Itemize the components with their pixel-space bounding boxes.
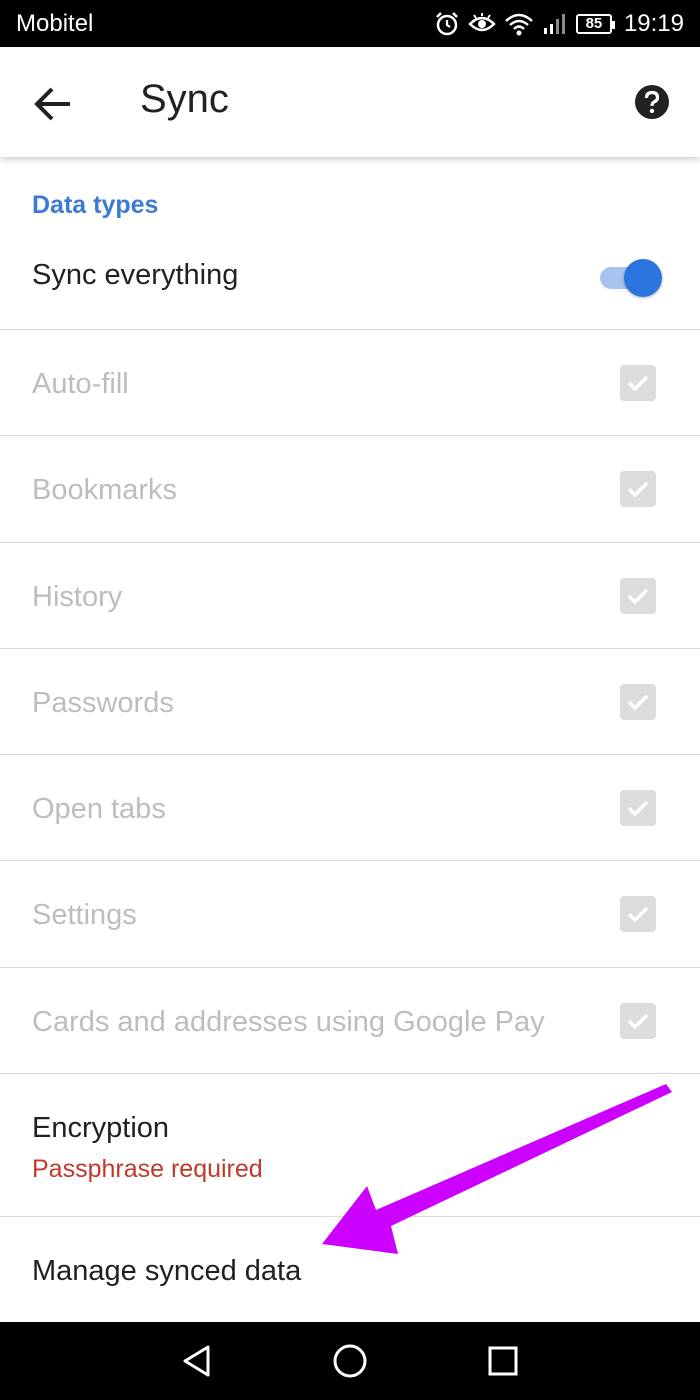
data-type-row-bookmarks[interactable]: Bookmarks [0, 436, 700, 543]
data-type-label: Cards and addresses using Google Pay [32, 1006, 545, 1038]
data-type-label: History [32, 581, 123, 613]
passwords-checkbox[interactable] [620, 684, 656, 720]
data-type-label: Open tabs [32, 793, 166, 825]
help-button[interactable] [634, 84, 670, 120]
checkmark-icon [627, 694, 649, 711]
encryption-label: Encryption [32, 1112, 170, 1144]
data-type-row-autofill[interactable]: Auto-fill [0, 330, 700, 436]
checkmark-icon [627, 800, 649, 817]
data-type-row-open-tabs[interactable]: Open tabs [0, 755, 700, 861]
wifi-icon [504, 12, 534, 36]
encryption-row[interactable]: Encryption Passphrase required [0, 1074, 700, 1217]
manage-synced-data-row[interactable]: Manage synced data [0, 1217, 700, 1322]
data-type-row-passwords[interactable]: Passwords [0, 649, 700, 755]
arrow-back-icon [34, 87, 70, 121]
checkmark-icon [627, 906, 649, 923]
cards-addresses-checkbox[interactable] [620, 1003, 656, 1039]
help-circle-icon [635, 85, 669, 119]
sync-everything-row[interactable]: Sync everything [0, 231, 700, 330]
nav-back-button[interactable] [172, 1336, 222, 1386]
data-type-row-settings[interactable]: Settings [0, 861, 700, 968]
back-button[interactable] [30, 81, 76, 127]
sync-everything-toggle[interactable] [600, 257, 664, 297]
battery-icon: 85 [575, 13, 615, 34]
alarm-icon [434, 11, 460, 37]
recents-square-icon [488, 1346, 518, 1376]
bookmarks-checkbox[interactable] [620, 471, 656, 507]
checkmark-icon [627, 588, 649, 605]
encryption-status: Passphrase required [32, 1155, 263, 1183]
settings-checkbox[interactable] [620, 896, 656, 932]
status-icons: 85 19:19 [434, 10, 684, 38]
back-triangle-icon [183, 1345, 210, 1377]
home-circle-icon [333, 1344, 367, 1378]
nav-home-button[interactable] [325, 1336, 375, 1386]
carrier-name: Mobitel [16, 9, 94, 37]
data-type-label: Settings [32, 899, 137, 931]
section-header-data-types: Data types [32, 191, 159, 219]
data-type-row-cards-addresses[interactable]: Cards and addresses using Google Pay [0, 968, 700, 1074]
history-checkbox[interactable] [620, 578, 656, 614]
sync-everything-label: Sync everything [32, 259, 239, 291]
checkmark-icon [627, 481, 649, 498]
data-type-label: Auto-fill [32, 368, 129, 400]
data-type-row-history[interactable]: History [0, 543, 700, 649]
system-nav-bar [0, 1322, 700, 1400]
data-type-label: Bookmarks [32, 474, 178, 506]
data-type-label: Passwords [32, 687, 174, 719]
autofill-checkbox[interactable] [620, 365, 656, 401]
app-bar: Sync [0, 47, 700, 157]
clock: 19:19 [623, 9, 684, 37]
checkmark-icon [627, 1013, 649, 1030]
nav-recents-button[interactable] [478, 1336, 528, 1386]
checkmark-icon [627, 375, 649, 392]
manage-synced-data-label: Manage synced data [32, 1255, 302, 1287]
eye-icon [468, 12, 496, 36]
page-title: Sync [140, 77, 229, 121]
status-bar: Mobitel 85 19:19 [0, 0, 700, 47]
open-tabs-checkbox[interactable] [620, 790, 656, 826]
signal-icon [542, 12, 568, 36]
toggle-thumb [624, 259, 662, 297]
